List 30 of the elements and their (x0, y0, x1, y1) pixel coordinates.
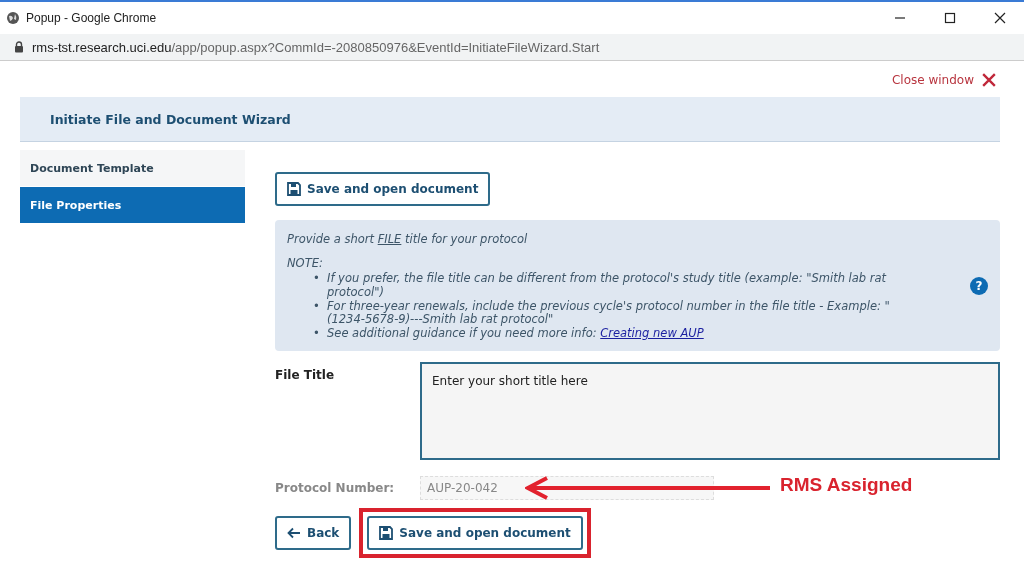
note-bullet: If you prefer, the file title can be different from the protocol's study title (example: "Smith lab rat protocol") (327, 271, 887, 299)
note-bullet: See additional guidance if you need more info: (327, 326, 598, 341)
file-title-label: File Title (275, 367, 336, 384)
bullet-marker: • (313, 327, 321, 341)
maximize-icon[interactable] (944, 12, 956, 24)
note-bullet: For three-year renewals, include the previous cycle's protocol number in the file title - Example: "(1234-5678-9)---Smith lab rat protocol" (327, 298, 890, 327)
annotation-label: RMS Assigned (780, 474, 913, 496)
save-open-button[interactable]: Save and open document (367, 516, 583, 550)
save-open-button[interactable]: Save and open document (275, 172, 491, 206)
close-icon[interactable] (994, 12, 1006, 24)
help-icon[interactable]: ? (970, 277, 988, 296)
sidebar-item[interactable]: Document Template (20, 150, 245, 186)
wizard-title: Initiate File and Document Wizard (50, 111, 291, 127)
note-prompt: Provide a short FILE title for your protocol (287, 232, 529, 246)
window-title: Popup - Google Chrome (26, 11, 157, 25)
guidance-link[interactable]: Creating new AUP (600, 326, 704, 341)
bullet-marker: • (313, 272, 321, 287)
note-heading: NOTE: (287, 256, 324, 270)
lock-icon (14, 41, 24, 53)
arrow-left-icon (287, 526, 301, 540)
file-title-field[interactable]: Enter your short title here (420, 362, 1000, 460)
back-button[interactable]: Back (275, 516, 352, 550)
protocol-number-label: Protocol Number: (275, 481, 396, 495)
bullet-marker: • (313, 299, 321, 315)
save-icon (287, 182, 301, 196)
close-icon (982, 73, 996, 87)
globe-icon (6, 11, 20, 25)
sidebar-item[interactable]: File Properties (20, 187, 245, 223)
save-icon (379, 526, 394, 540)
close-window-link[interactable]: Close window (891, 73, 996, 87)
